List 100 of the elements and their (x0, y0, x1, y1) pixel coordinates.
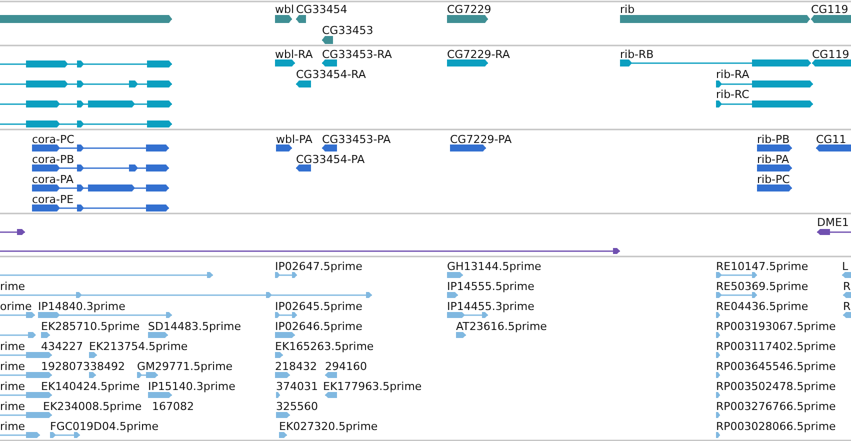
gene-glyph[interactable] (322, 36, 333, 44)
est-glyph[interactable] (137, 372, 158, 378)
est-glyph[interactable] (716, 332, 720, 338)
feature-label: EK234008.5prime (43, 400, 142, 413)
feature-label: rime (0, 400, 26, 413)
est-glyph[interactable] (0, 292, 372, 298)
feature-label: rime (0, 420, 26, 433)
gene-glyph[interactable] (296, 15, 306, 23)
feature-label: wbl (275, 3, 294, 16)
est-glyph[interactable] (716, 292, 757, 298)
est-glyph[interactable] (275, 272, 297, 278)
est-glyph[interactable] (0, 272, 213, 278)
gene-glyph[interactable] (447, 15, 488, 23)
feature-label: RP003193067.5prime (716, 320, 836, 333)
est-glyph[interactable] (275, 312, 297, 318)
est-glyph[interactable] (0, 392, 52, 398)
match-glyph[interactable] (0, 229, 25, 235)
transcript-glyph[interactable] (0, 120, 172, 128)
est-glyph[interactable] (0, 432, 40, 438)
feature-label: wbl-RA (275, 48, 313, 61)
transcript-glyph[interactable] (296, 80, 311, 88)
est-glyph[interactable] (325, 372, 337, 378)
est-glyph[interactable] (716, 392, 720, 398)
est-glyph[interactable] (716, 312, 720, 318)
est-glyph[interactable] (148, 392, 172, 398)
est-glyph[interactable] (275, 372, 290, 378)
est-glyph[interactable] (89, 352, 97, 358)
gene-glyph[interactable] (811, 15, 851, 23)
est-glyph[interactable] (447, 312, 488, 318)
protein-glyph[interactable] (450, 144, 486, 152)
feature-label: GH13144.5prime (447, 260, 542, 273)
est-glyph[interactable] (50, 432, 80, 438)
transcript-glyph[interactable] (0, 80, 172, 88)
feature-label: rib-PB (757, 133, 790, 146)
est-glyph[interactable] (0, 352, 52, 358)
transcript-glyph[interactable] (322, 60, 337, 66)
gene-glyph[interactable] (275, 15, 292, 23)
transcript-glyph[interactable] (716, 100, 813, 108)
transcript-glyph[interactable] (716, 80, 813, 88)
protein-glyph[interactable] (32, 204, 169, 212)
transcript-glyph[interactable] (447, 60, 488, 66)
feature-label: 218432 (275, 360, 317, 373)
feature-label: wbl-PA (276, 133, 312, 146)
protein-glyph[interactable] (757, 164, 792, 172)
protein-glyph[interactable] (32, 144, 169, 152)
est-glyph[interactable] (275, 352, 283, 358)
est-glyph[interactable] (325, 392, 337, 398)
est-glyph[interactable] (716, 272, 757, 278)
feature-label: CG119 (811, 3, 848, 16)
est-glyph[interactable] (447, 272, 463, 278)
est-glyph[interactable] (38, 312, 172, 318)
est-glyph[interactable] (275, 332, 295, 338)
est-glyph[interactable] (842, 272, 851, 278)
feature-label: rime (0, 280, 26, 293)
est-glyph[interactable] (447, 292, 458, 298)
est-glyph[interactable] (716, 432, 720, 438)
feature-label: rime (0, 380, 26, 393)
feature-label: SD14483.5prime (148, 320, 241, 333)
est-glyph[interactable] (279, 432, 287, 438)
feature-label: cora-PE (32, 193, 74, 206)
est-glyph[interactable] (148, 332, 168, 338)
match-glyph[interactable] (817, 229, 851, 235)
est-glyph[interactable] (716, 352, 720, 358)
feature-label: 374031 (276, 380, 318, 393)
transcript-glyph[interactable] (812, 60, 851, 66)
transcript-glyph[interactable] (275, 60, 295, 66)
est-glyph[interactable] (89, 372, 96, 378)
feature-label: L (842, 260, 848, 273)
est-glyph[interactable] (0, 372, 52, 378)
feature-label: 294160 (325, 360, 367, 373)
feature-label: CG7229-PA (450, 133, 512, 146)
feature-label: RP003117402.5prime (716, 340, 836, 353)
feature-label: CG33453-RA (322, 48, 392, 61)
est-glyph[interactable] (456, 332, 466, 338)
protein-glyph[interactable] (296, 164, 311, 172)
feature-label: IP02647.5prime (275, 260, 362, 273)
feature-label: 192807338492 (41, 360, 125, 373)
protein-glyph[interactable] (276, 144, 292, 152)
est-glyph[interactable] (276, 392, 280, 398)
est-glyph[interactable] (0, 312, 35, 318)
feature-label: CG119 (812, 48, 850, 61)
protein-glyph[interactable] (757, 184, 792, 192)
protein-glyph[interactable] (32, 184, 169, 192)
est-glyph[interactable] (716, 372, 720, 378)
transcript-glyph[interactable] (0, 100, 172, 108)
feature-label: orime (0, 300, 32, 313)
est-glyph[interactable] (0, 332, 36, 338)
est-glyph[interactable] (843, 312, 851, 318)
est-glyph[interactable] (41, 332, 50, 338)
protein-glyph[interactable] (322, 144, 337, 152)
protein-glyph[interactable] (32, 164, 169, 172)
est-glyph[interactable] (843, 292, 851, 298)
protein-glyph[interactable] (816, 144, 851, 152)
est-glyph[interactable] (716, 412, 720, 418)
transcript-glyph[interactable] (0, 60, 172, 68)
est-glyph[interactable] (0, 412, 52, 418)
protein-glyph[interactable] (757, 144, 792, 152)
match-glyph[interactable] (0, 248, 620, 254)
feature-label: rib-PC (757, 173, 790, 186)
est-glyph[interactable] (276, 412, 290, 418)
